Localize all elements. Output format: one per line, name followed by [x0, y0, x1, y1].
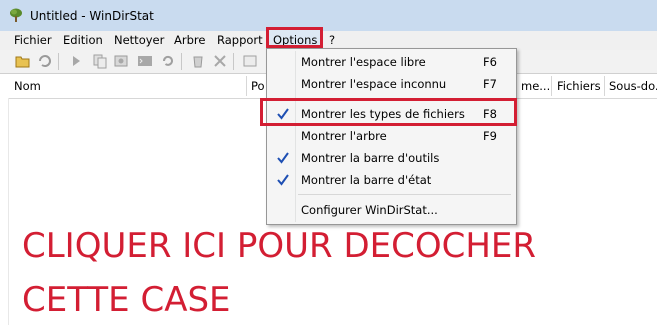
menu-item-label: Montrer la barre d'outils: [301, 151, 440, 165]
refresh-icon[interactable]: [37, 53, 53, 69]
annotation-line-2: CETTE CASE: [22, 280, 231, 320]
menu-item-shortcut: F6: [483, 55, 497, 69]
menu-item-label: Montrer la barre d'état: [301, 173, 432, 187]
column-partial[interactable]: Po: [247, 74, 267, 98]
properties-icon[interactable]: [242, 53, 258, 69]
open-folder-icon[interactable]: [15, 53, 31, 69]
toolbar-separator: [181, 53, 182, 70]
file-types-highlight-box: [260, 98, 517, 126]
checkmark-icon: [277, 152, 289, 164]
menu-item-show-statusbar[interactable]: Montrer la barre d'état: [269, 169, 514, 191]
menu-nettoyer[interactable]: Nettoyer: [114, 33, 164, 47]
window-title: Untitled - WinDirStat: [30, 9, 154, 23]
menu-help[interactable]: ?: [329, 33, 335, 47]
column-name[interactable]: Nom: [10, 74, 246, 98]
menu-item-label: Configurer WinDirStat...: [301, 203, 438, 217]
menu-separator: [298, 194, 511, 195]
command-prompt-icon[interactable]: [137, 53, 153, 69]
annotation-line-1: CLIQUER ICI POUR DECOCHER: [22, 226, 537, 266]
refresh-selected-icon[interactable]: [160, 53, 176, 69]
menu-item-show-unknown-space[interactable]: Montrer l'espace inconnu F7: [269, 73, 514, 95]
recycle-bin-icon[interactable]: [190, 53, 206, 69]
menu-item-configure[interactable]: Configurer WinDirStat...: [269, 199, 514, 221]
checkmark-icon: [277, 174, 289, 186]
toolbar-separator: [58, 53, 59, 70]
options-dropdown-menu: Montrer l'espace libre F6 Montrer l'espa…: [266, 48, 517, 225]
menu-arbre[interactable]: Arbre: [174, 33, 205, 47]
menu-edition[interactable]: Edition: [63, 33, 103, 47]
title-bar: Untitled - WinDirStat: [0, 0, 657, 31]
copy-icon[interactable]: [92, 53, 108, 69]
menu-item-show-free-space[interactable]: Montrer l'espace libre F6: [269, 51, 514, 73]
menu-item-label: Montrer l'arbre: [301, 129, 387, 143]
column-files[interactable]: Fichiers: [553, 74, 603, 98]
explorer-icon[interactable]: [113, 53, 129, 69]
menu-fichier[interactable]: Fichier: [14, 33, 52, 47]
menu-item-label: Montrer l'espace libre: [301, 55, 426, 69]
delete-icon[interactable]: [212, 53, 228, 69]
play-icon[interactable]: [68, 53, 84, 69]
menu-item-shortcut: F9: [483, 129, 497, 143]
menu-rapport[interactable]: Rapport: [217, 33, 263, 47]
menu-item-shortcut: F7: [483, 77, 497, 91]
app-tree-icon: [10, 8, 22, 22]
column-partial-middle[interactable]: me...: [517, 74, 549, 98]
column-subdirs[interactable]: Sous-do...: [605, 74, 657, 98]
menu-item-show-toolbar[interactable]: Montrer la barre d'outils: [269, 147, 514, 169]
menu-item-show-tree[interactable]: Montrer l'arbre F9: [269, 125, 514, 147]
column-separator[interactable]: [551, 76, 552, 96]
options-highlight-box: [266, 27, 323, 48]
tree-list-area[interactable]: [0, 98, 9, 325]
menu-item-label: Montrer l'espace inconnu: [301, 77, 447, 91]
toolbar-separator: [233, 53, 234, 70]
